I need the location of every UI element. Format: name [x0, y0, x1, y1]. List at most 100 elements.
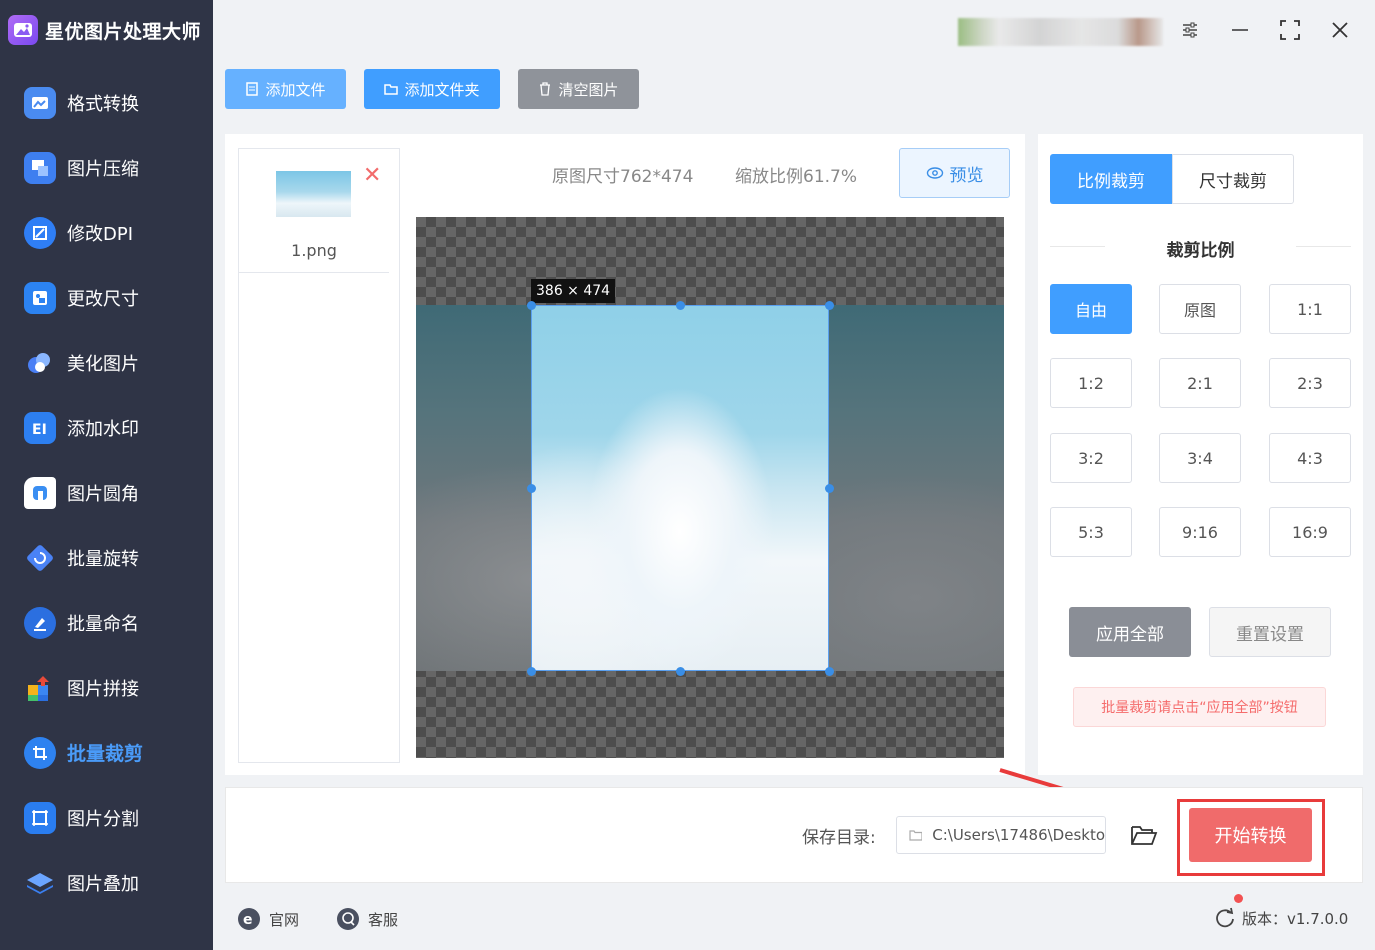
preview-button[interactable]: 预览 [899, 148, 1010, 198]
refresh-icon [1216, 907, 1234, 928]
version-info[interactable]: 版本：v1.7.0.0 [1214, 907, 1348, 929]
crop-dimensions-label: 386 × 474 [531, 279, 616, 303]
sidebar-item-label: 批量命名 [67, 613, 139, 635]
sidebar-item-format-convert[interactable]: 格式转换 [0, 70, 213, 135]
add-folder-label: 添加文件夹 [404, 80, 480, 99]
ratio-2-3-button[interactable]: 2:3 [1269, 358, 1351, 408]
crop-handle-top[interactable] [676, 301, 685, 310]
ratio-original-button[interactable]: 原图 [1159, 284, 1241, 334]
ratio-3-4-button[interactable]: 3:4 [1159, 433, 1241, 483]
sidebar-item-rename[interactable]: 批量命名 [0, 590, 213, 655]
sidebar-item-label: 更改尺寸 [67, 288, 139, 310]
section-title: 裁剪比例 [1166, 241, 1235, 261]
crop-canvas[interactable]: 386 × 474 [416, 217, 1004, 758]
ratio-free-button[interactable]: 自由 [1050, 284, 1132, 334]
sidebar-item-rounded-corner[interactable]: 图片圆角 [0, 460, 213, 525]
rounded-corner-icon [24, 476, 56, 509]
output-panel: 保存目录: C:\Users\17486\Deskto 开始转换 [225, 787, 1363, 883]
sidebar-item-dpi[interactable]: 修改DPI [0, 200, 213, 265]
rotate-icon [24, 542, 56, 574]
ratio-5-3-button[interactable]: 5:3 [1050, 507, 1132, 557]
app-name: 星优图片处理大师 [45, 20, 202, 43]
sidebar-item-label: 图片拼接 [67, 678, 139, 700]
trash-icon [540, 82, 551, 96]
crop-icon [24, 736, 56, 769]
editor-panel: ✕ 1.png 原图尺寸762*474 缩放比例61.7% 预览 386 × 4… [225, 134, 1025, 775]
crop-handle-bottom-right[interactable] [825, 667, 834, 676]
rename-icon [24, 606, 56, 639]
open-folder-icon[interactable] [1130, 823, 1158, 851]
update-notification-badge [1234, 894, 1243, 903]
add-folder-button[interactable]: 添加文件夹 [364, 69, 500, 109]
start-convert-button[interactable]: 开始转换 [1189, 808, 1312, 862]
reset-settings-button[interactable]: 重置设置 [1209, 607, 1331, 657]
delete-file-icon[interactable]: ✕ [363, 163, 381, 188]
sidebar-item-rotate[interactable]: 批量旋转 [0, 525, 213, 590]
sidebar-item-resize[interactable]: 更改尺寸 [0, 265, 213, 330]
file-icon [246, 82, 259, 96]
resize-icon [24, 281, 56, 314]
crop-selection[interactable] [531, 305, 829, 671]
divider [239, 272, 389, 273]
ie-browser-icon: e [238, 908, 260, 930]
original-size-text: 原图尺寸762*474 [552, 167, 694, 187]
add-file-label: 添加文件 [265, 80, 326, 99]
svg-text:EI: EI [32, 422, 47, 438]
minimize-icon[interactable] [1225, 15, 1255, 45]
preview-label: 预览 [949, 165, 984, 186]
sidebar-item-image-compress[interactable]: 图片压缩 [0, 135, 213, 200]
ratio-9-16-button[interactable]: 9:16 [1159, 507, 1241, 557]
clear-images-button[interactable]: 清空图片 [518, 69, 639, 109]
save-path-field[interactable]: C:\Users\17486\Deskto [896, 816, 1106, 854]
website-link[interactable]: e 官网 [237, 907, 299, 931]
folder-icon [909, 830, 923, 841]
tab-ratio-crop[interactable]: 比例裁剪 [1050, 154, 1172, 204]
sidebar-item-label: 批量裁剪 [67, 743, 144, 765]
sidebar-item-label: 图片圆角 [67, 483, 139, 505]
ratio-3-2-button[interactable]: 3:2 [1050, 433, 1132, 483]
ratio-1-2-button[interactable]: 1:2 [1050, 358, 1132, 408]
customer-service-label: 客服 [368, 910, 399, 929]
crop-handle-top-right[interactable] [825, 301, 834, 310]
svg-text:e: e [243, 912, 253, 928]
crop-handle-left[interactable] [527, 484, 536, 493]
close-icon[interactable] [1325, 15, 1355, 45]
user-avatar[interactable] [958, 18, 1163, 46]
ratio-1-1-button[interactable]: 1:1 [1269, 284, 1351, 334]
app-title-bar: 星优图片处理大师 [0, 0, 213, 60]
crop-handle-top-left[interactable] [527, 301, 536, 310]
sidebar-item-puzzle[interactable]: 图片拼接 [0, 655, 213, 720]
crop-handle-bottom-left[interactable] [527, 667, 536, 676]
sidebar-item-crop[interactable]: 批量裁剪 [0, 720, 213, 785]
settings-sliders-icon[interactable] [1175, 15, 1205, 45]
crop-handle-bottom[interactable] [676, 667, 685, 676]
sidebar-item-label: 图片分割 [67, 808, 139, 830]
ratio-2-1-button[interactable]: 2:1 [1159, 358, 1241, 408]
customer-service-link[interactable]: 客服 [336, 907, 398, 931]
sidebar-item-beautify[interactable]: 美化图片 [0, 330, 213, 395]
maximize-icon[interactable] [1275, 15, 1305, 45]
beautify-icon [24, 347, 56, 379]
dpi-icon [24, 216, 56, 249]
layers-icon [24, 867, 56, 899]
crop-handle-right[interactable] [825, 484, 834, 493]
batch-crop-tip: 批量裁剪请点击“应用全部”按钮 [1073, 687, 1326, 727]
file-thumbnail[interactable] [276, 171, 351, 217]
sidebar-item-label: 添加水印 [67, 418, 139, 440]
website-label: 官网 [269, 910, 300, 929]
ratio-4-3-button[interactable]: 4:3 [1269, 433, 1351, 483]
sidebar-item-watermark[interactable]: EI 添加水印 [0, 395, 213, 460]
eye-icon [926, 167, 943, 179]
sidebar-item-layers[interactable]: 图片叠加 [0, 850, 213, 915]
sidebar-nav: 格式转换 图片压缩 修改DPI 更改尺寸 美化图片 EI 添加水印 图片圆角 批 [0, 70, 213, 915]
file-list: ✕ 1.png [238, 148, 400, 763]
ratio-16-9-button[interactable]: 16:9 [1269, 507, 1351, 557]
title-bar [213, 0, 1375, 60]
apply-all-button[interactable]: 应用全部 [1069, 607, 1191, 657]
image-compress-icon [24, 151, 56, 184]
sidebar-item-label: 批量旋转 [67, 548, 139, 570]
sidebar-item-split[interactable]: 图片分割 [0, 785, 213, 850]
sidebar-item-label: 格式转换 [67, 93, 139, 115]
add-file-button[interactable]: 添加文件 [225, 69, 346, 109]
tab-size-crop[interactable]: 尺寸裁剪 [1172, 154, 1294, 204]
